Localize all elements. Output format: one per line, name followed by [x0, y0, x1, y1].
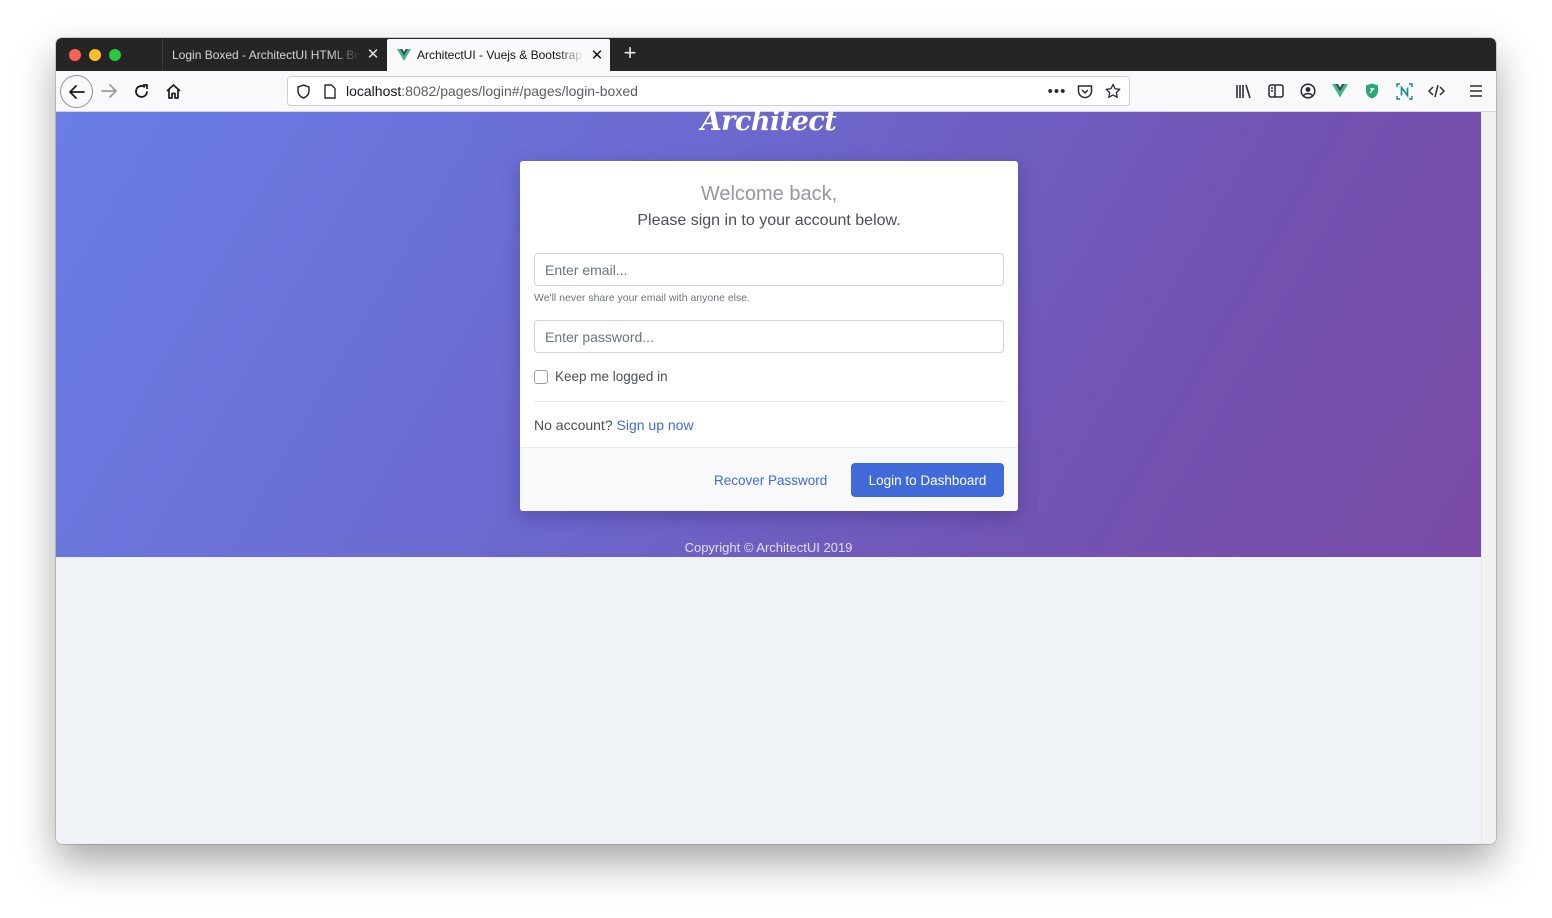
password-input[interactable]: [534, 320, 1004, 353]
keep-logged-in-checkbox[interactable]: [534, 370, 548, 384]
signin-subtitle: Please sign in to your account below.: [637, 212, 901, 229]
login-to-dashboard-button[interactable]: Login to Dashboard: [851, 463, 1004, 497]
url-bar[interactable]: localhost:8082/pages/login#/pages/login-…: [287, 76, 1130, 106]
page-content: Architect Welcome back, Please sign in t…: [56, 106, 1481, 844]
close-tab-icon[interactable]: ✕: [360, 47, 386, 62]
url-path: :8082/pages/login#/pages/login-boxed: [401, 83, 638, 99]
divider: [534, 401, 1004, 402]
tab-title: ArchitectUI - Vuejs & Bootstrap: [417, 48, 582, 62]
bookmark-star-icon[interactable]: [1105, 83, 1121, 99]
login-hero-background: Architect Welcome back, Please sign in t…: [56, 106, 1481, 557]
scrollbar-gutter[interactable]: [1481, 112, 1496, 844]
account-icon[interactable]: [1294, 77, 1322, 105]
no-account-row: No account? Sign up now: [534, 417, 694, 433]
keep-logged-in-label[interactable]: Keep me logged in: [555, 369, 668, 384]
tab-title: Login Boxed - ArchitectUI HTML Bootstrap: [172, 47, 360, 62]
new-tab-plus-icon[interactable]: +: [618, 42, 642, 66]
vue-favicon-icon: [397, 48, 411, 62]
home-icon[interactable]: [158, 76, 188, 106]
more-actions-icon[interactable]: •••: [1048, 83, 1066, 100]
welcome-heading: Welcome back,: [700, 183, 838, 205]
recover-password-link[interactable]: Recover Password: [714, 473, 827, 488]
notion-extension-icon[interactable]: [1390, 77, 1418, 105]
pocket-icon[interactable]: [1077, 83, 1093, 99]
shield-extension-icon[interactable]: [1358, 77, 1386, 105]
login-card-footer: Recover Password Login to Dashboard: [520, 447, 1018, 511]
copyright-text: Copyright © ArchitectUI 2019: [684, 540, 853, 555]
vue-devtools-icon[interactable]: [1326, 77, 1354, 105]
back-arrow-icon[interactable]: [60, 75, 93, 108]
email-help-text: We'll never share your email with anyone…: [534, 292, 750, 304]
page-info-icon[interactable]: [322, 83, 338, 99]
email-input[interactable]: [534, 253, 1004, 286]
tab-login-boxed[interactable]: Login Boxed - ArchitectUI HTML Bootstrap…: [162, 38, 386, 71]
tab-architectui-vuejs[interactable]: ArchitectUI - Vuejs & Bootstrap ✕: [387, 39, 610, 71]
tracking-protection-shield-icon[interactable]: [295, 83, 311, 99]
maximize-window-button[interactable]: [109, 49, 121, 61]
reload-icon[interactable]: [126, 76, 156, 106]
tab-bar: Login Boxed - ArchitectUI HTML Bootstrap…: [56, 38, 1496, 71]
no-account-text: No account?: [534, 417, 613, 433]
browser-window: Login Boxed - ArchitectUI HTML Bootstrap…: [56, 38, 1496, 844]
dev-tools-icon[interactable]: [1422, 77, 1450, 105]
library-icon[interactable]: [1230, 77, 1258, 105]
url-text: localhost:8082/pages/login#/pages/login-…: [346, 77, 638, 105]
sign-up-link[interactable]: Sign up now: [617, 417, 694, 433]
menu-hamburger-icon[interactable]: [1462, 77, 1490, 105]
close-window-button[interactable]: [69, 49, 81, 61]
close-tab-icon[interactable]: ✕: [584, 48, 610, 63]
sidebar-icon[interactable]: [1262, 77, 1290, 105]
url-host: localhost: [346, 83, 402, 99]
login-card: Welcome back, Please sign in to your acc…: [520, 161, 1018, 511]
architect-logo: Architect: [700, 106, 837, 137]
forward-arrow-icon[interactable]: [94, 76, 124, 106]
minimize-window-button[interactable]: [89, 49, 101, 61]
